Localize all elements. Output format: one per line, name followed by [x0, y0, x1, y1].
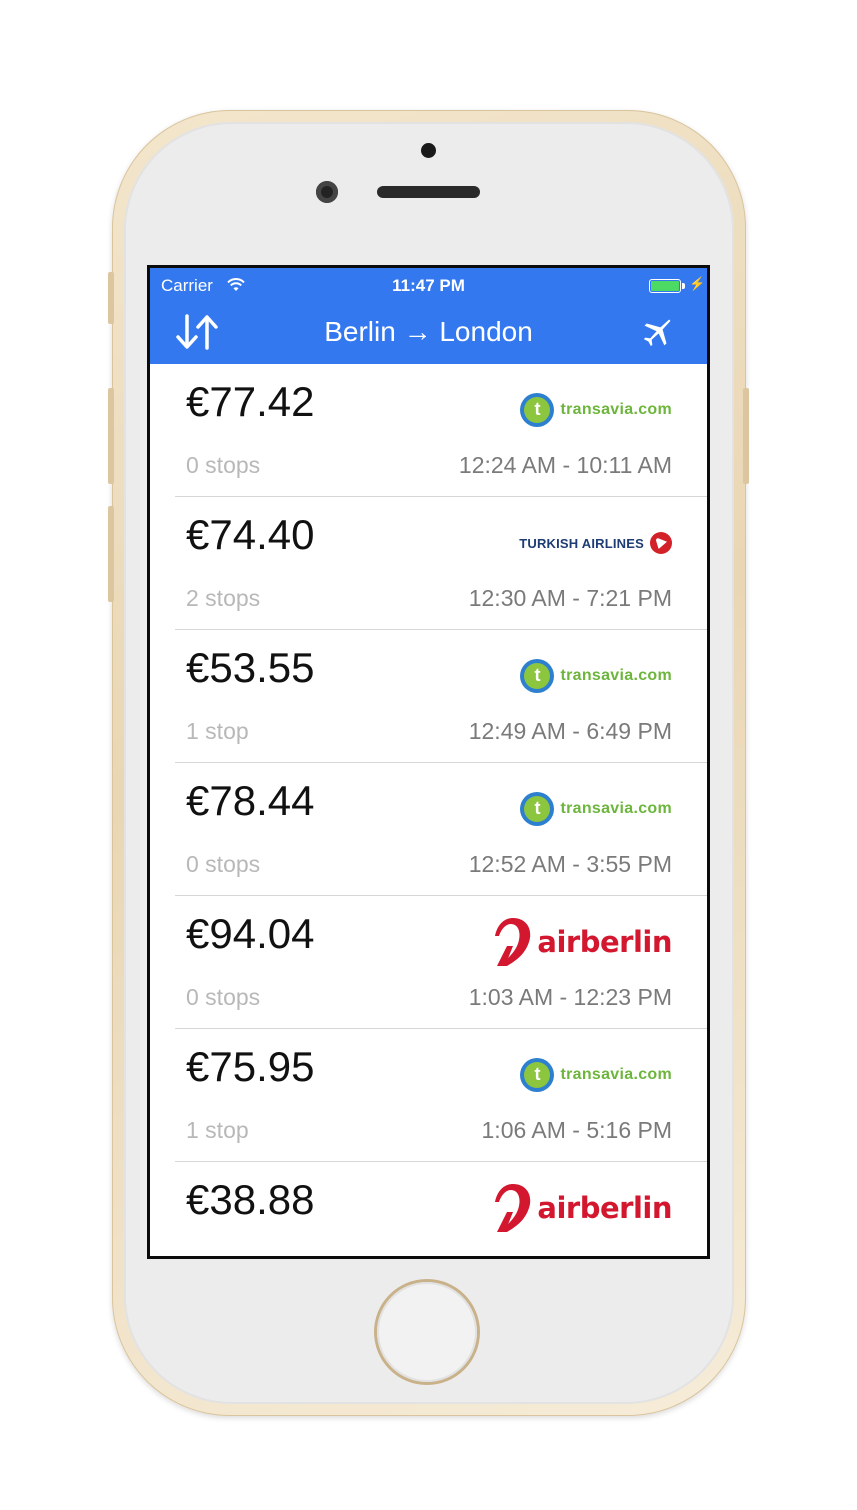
flight-stops: 2 stops	[186, 585, 261, 611]
airline-logo: TURKISH AIRLINES	[519, 521, 672, 565]
volume-up-button	[108, 388, 114, 484]
battery-icon	[649, 279, 685, 293]
flight-price: €74.40	[186, 511, 315, 558]
airline-logo: t transavia.com	[520, 1053, 672, 1097]
airline-name: transavia.com	[560, 401, 672, 418]
flight-stops: 0 stops	[186, 851, 261, 877]
home-button[interactable]	[377, 1282, 477, 1382]
charging-bolt-icon: ⚡	[689, 276, 706, 291]
airberlin-logo: airberlin	[493, 916, 672, 968]
flight-row[interactable]: €77.42 t transavia.com 0 stops 12:24 AM - 10…	[150, 364, 707, 497]
app-screen: Carrier 11:47 PM ⚡ Berlin → London €77.4…	[150, 268, 707, 1256]
flight-price: €94.04	[186, 910, 315, 957]
flight-price: €53.55	[186, 644, 315, 691]
flight-row[interactable]: €78.44 t transavia.com 0 stops 12:52 AM - 3:…	[150, 763, 707, 896]
transavia-mark-icon: t	[520, 1058, 555, 1092]
airberlin-mark-icon	[493, 1182, 533, 1234]
flight-stops: 0 stops	[186, 984, 261, 1010]
flight-times: 12:49 AM - 6:49 PM	[468, 718, 672, 744]
airline-name: airberlin	[537, 1191, 672, 1225]
status-time: 11:47 PM	[392, 276, 465, 295]
airline-name: transavia.com	[560, 667, 672, 684]
transavia-mark-icon: t	[520, 792, 555, 826]
flight-list[interactable]: €77.42 t transavia.com 0 stops 12:24 AM - 10…	[150, 364, 707, 1256]
airline-logo: t transavia.com	[520, 654, 672, 698]
turkish-airlines-logo: TURKISH AIRLINES	[519, 532, 672, 554]
volume-down-button	[108, 506, 114, 602]
status-bar: Carrier 11:47 PM ⚡	[150, 268, 707, 302]
flight-price: €77.42	[186, 378, 315, 425]
flight-stops: 1 stop	[186, 718, 249, 744]
airline-logo: t transavia.com	[520, 388, 672, 432]
flight-times: 12:30 AM - 7:21 PM	[468, 585, 672, 611]
earpiece-speaker	[377, 186, 480, 198]
flight-times: 1:03 AM - 12:23 PM	[468, 984, 672, 1010]
flight-price: €78.44	[186, 777, 315, 824]
transavia-logo: t transavia.com	[520, 659, 672, 693]
route-title: Berlin → London	[324, 316, 533, 347]
flight-stops: 1 stop	[186, 1117, 249, 1143]
navigation-bar: Berlin → London	[150, 302, 707, 364]
flight-price: €38.88	[186, 1176, 315, 1223]
airplane-icon[interactable]	[640, 314, 676, 350]
flight-row[interactable]: €38.88 airberlin	[150, 1162, 707, 1256]
flight-row[interactable]: €75.95 t transavia.com 1 stop 1:06 AM - 5:16…	[150, 1029, 707, 1162]
airberlin-logo: airberlin	[493, 1182, 672, 1234]
top-bar: Carrier 11:47 PM ⚡ Berlin → London	[150, 268, 707, 364]
airline-name: transavia.com	[560, 1066, 672, 1083]
flight-price: €75.95	[186, 1043, 315, 1090]
transavia-logo: t transavia.com	[520, 393, 672, 427]
flight-row[interactable]: €53.55 t transavia.com 1 stop 12:49 AM - 6:4…	[150, 630, 707, 763]
phone-screen: Carrier 11:47 PM ⚡ Berlin → London €77.4…	[147, 265, 710, 1259]
transavia-logo: t transavia.com	[520, 1058, 672, 1092]
flight-stops: 0 stops	[186, 452, 261, 478]
transavia-mark-icon: t	[520, 393, 555, 427]
airline-name: TURKISH AIRLINES	[519, 535, 644, 551]
airline-name: airberlin	[537, 925, 672, 959]
turkish-globe-icon	[650, 532, 672, 554]
flight-row[interactable]: €74.40 TURKISH AIRLINES 2 stops 12:30 AM - …	[150, 497, 707, 630]
airline-logo: t transavia.com	[520, 787, 672, 831]
flight-times: 12:52 AM - 3:55 PM	[468, 851, 672, 877]
airberlin-mark-icon	[493, 916, 533, 968]
airline-logo: airberlin	[493, 918, 672, 966]
proximity-sensor	[421, 143, 436, 158]
mute-switch	[108, 272, 114, 324]
flight-times: 12:24 AM - 10:11 AM	[458, 452, 672, 478]
battery-level-fill	[651, 281, 679, 291]
flight-times: 1:06 AM - 5:16 PM	[481, 1117, 672, 1143]
front-camera	[316, 181, 338, 203]
transavia-logo: t transavia.com	[520, 792, 672, 826]
airline-logo: airberlin	[493, 1184, 672, 1232]
airline-name: transavia.com	[560, 800, 672, 817]
flight-row[interactable]: €94.04 airberlin 0 stops 1:03 AM - 12:23 PM	[150, 896, 707, 1029]
transavia-mark-icon: t	[520, 659, 555, 693]
power-button	[743, 388, 749, 484]
